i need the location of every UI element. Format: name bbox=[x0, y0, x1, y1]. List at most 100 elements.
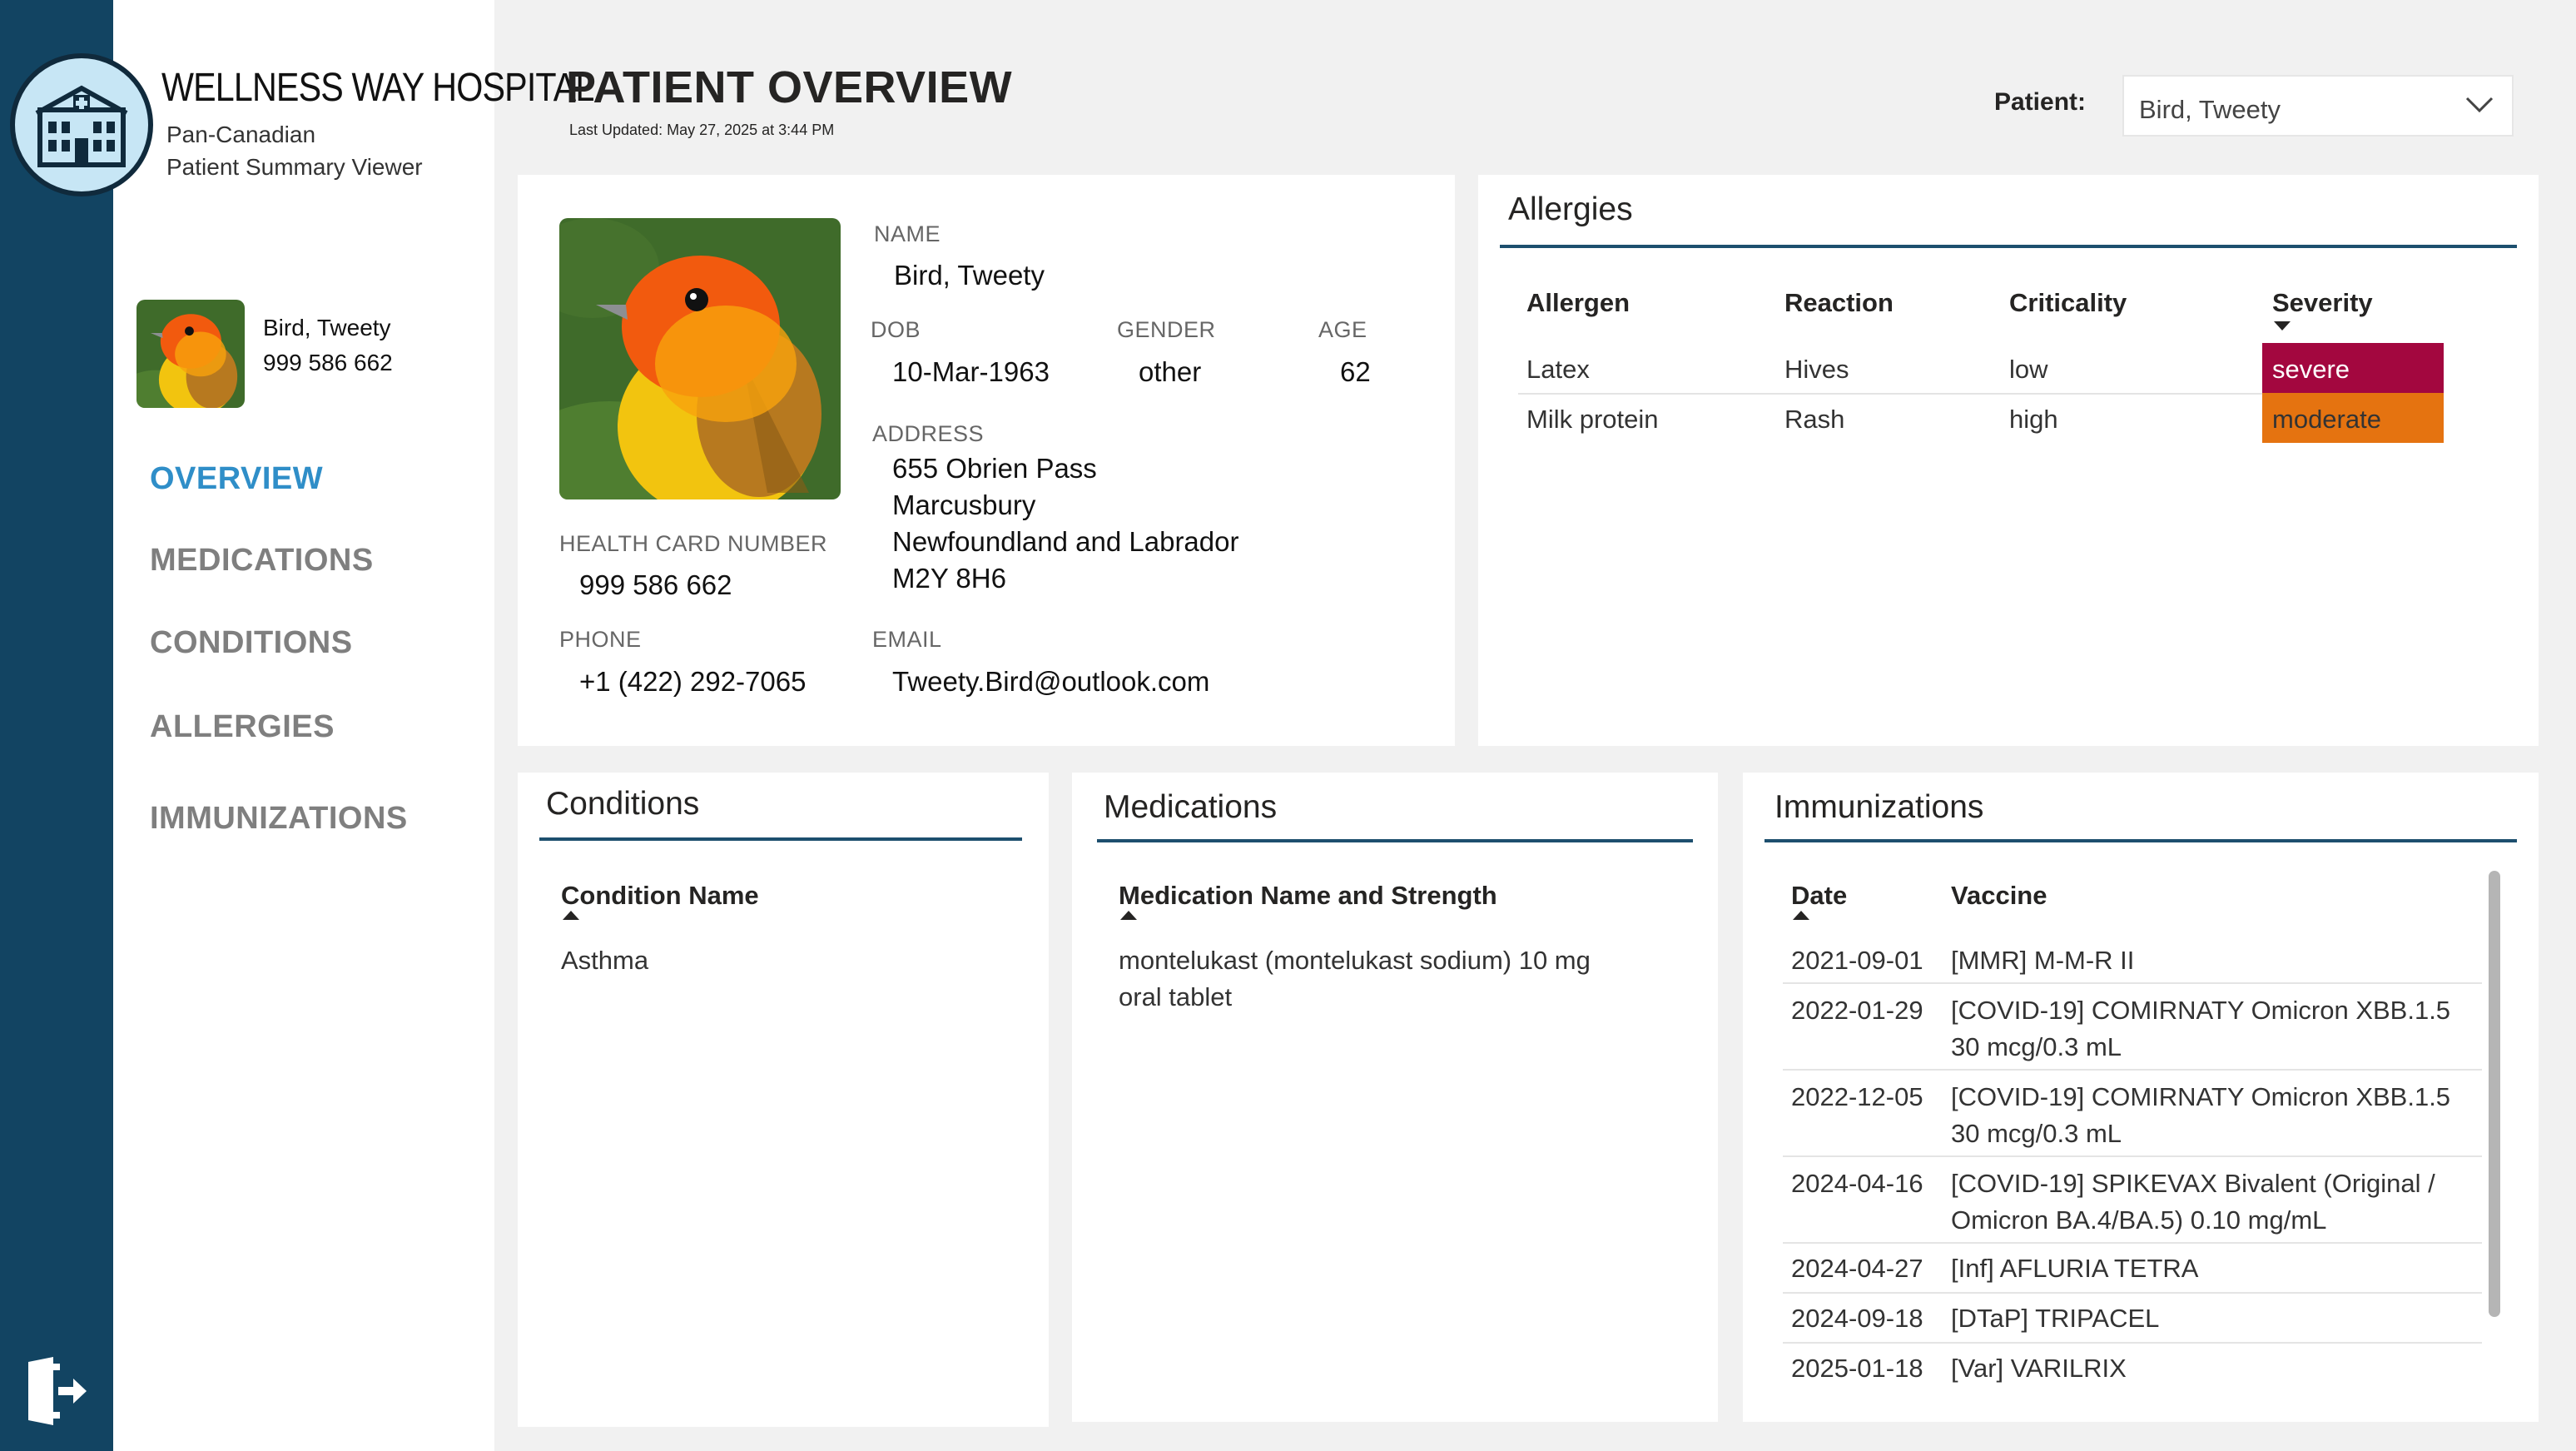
nav-allergies[interactable]: ALLERGIES bbox=[150, 709, 335, 745]
allergy-allergen: Milk protein bbox=[1526, 405, 1659, 434]
patient-selector-value: Bird, Tweety bbox=[2139, 95, 2281, 124]
immunization-date: 2024-09-18 bbox=[1791, 1304, 1923, 1333]
address-line3: Newfoundland and Labrador bbox=[892, 526, 1239, 557]
phone-value: +1 (422) 292-7065 bbox=[579, 666, 807, 697]
dob-value: 10-Mar-1963 bbox=[892, 356, 1050, 387]
row-divider bbox=[1783, 1069, 2482, 1071]
patient-avatar bbox=[136, 300, 245, 408]
gender-value: other bbox=[1139, 356, 1202, 387]
page-title: PATIENT OVERVIEW bbox=[566, 62, 1013, 112]
row-divider bbox=[1783, 1155, 2482, 1157]
sort-ascending-icon[interactable] bbox=[1120, 911, 1137, 920]
immunization-date: 2022-12-05 bbox=[1791, 1082, 1923, 1111]
age-label: AGE bbox=[1318, 317, 1367, 342]
immunization-date: 2025-01-18 bbox=[1791, 1354, 1923, 1383]
immunization-vaccine-line2: 30 mcg/0.3 mL bbox=[1951, 1119, 2122, 1148]
last-updated: Last Updated: May 27, 2025 at 3:44 PM bbox=[569, 122, 835, 138]
immunization-date: 2021-09-01 bbox=[1791, 946, 1923, 975]
health-card-value: 999 586 662 bbox=[579, 569, 732, 600]
medications-header[interactable]: Medication Name and Strength bbox=[1119, 881, 1497, 911]
conditions-title-rule bbox=[539, 837, 1022, 841]
row-divider bbox=[1783, 1342, 2482, 1344]
allergies-card bbox=[1478, 175, 2539, 746]
left-rail bbox=[0, 0, 113, 1451]
conditions-title: Conditions bbox=[546, 786, 700, 822]
conditions-header[interactable]: Condition Name bbox=[561, 881, 759, 911]
app-subtitle-line1: Pan-Canadian bbox=[166, 122, 316, 147]
allergies-header-criticality[interactable]: Criticality bbox=[2009, 288, 2127, 318]
immunization-vaccine-line2: Omicron BA.4/BA.5) 0.10 mg/mL bbox=[1951, 1205, 2327, 1235]
exit-door-icon[interactable] bbox=[25, 1357, 88, 1425]
email-label: EMAIL bbox=[872, 627, 942, 652]
bird-photo-image bbox=[559, 218, 841, 499]
medication-item-line1: montelukast (montelukast sodium) 10 mg bbox=[1119, 946, 1591, 975]
allergy-reaction: Hives bbox=[1784, 355, 1849, 384]
immunizations-title-rule bbox=[1764, 839, 2517, 842]
allergies-header-severity[interactable]: Severity bbox=[2272, 288, 2373, 318]
immunization-vaccine: [COVID-19] SPIKEVAX Bivalent (Original /… bbox=[1951, 1165, 2435, 1239]
health-card-label: HEALTH CARD NUMBER bbox=[559, 531, 828, 556]
row-divider bbox=[1783, 1242, 2482, 1244]
immunizations-header-date[interactable]: Date bbox=[1791, 881, 1847, 911]
allergies-title: Allergies bbox=[1508, 191, 1633, 227]
allergy-reaction: Rash bbox=[1784, 405, 1845, 434]
age-value: 62 bbox=[1340, 356, 1371, 387]
phone-label: PHONE bbox=[559, 627, 642, 652]
bird-avatar-image bbox=[136, 300, 245, 408]
immunization-date: 2024-04-16 bbox=[1791, 1169, 1923, 1198]
gender-label: GENDER bbox=[1117, 317, 1216, 342]
dob-label: DOB bbox=[871, 317, 921, 342]
nav-conditions[interactable]: CONDITIONS bbox=[150, 625, 353, 661]
allergies-title-rule bbox=[1500, 245, 2517, 248]
allergy-severity-badge: severe bbox=[2262, 343, 2444, 393]
address-line2: Marcusbury bbox=[892, 489, 1036, 520]
nav-medications[interactable]: MEDICATIONS bbox=[150, 543, 374, 579]
hospital-name: WELLNESS WAY HOSPITAL bbox=[161, 66, 594, 110]
app-subtitle-line2: Patient Summary Viewer bbox=[166, 154, 423, 180]
allergy-criticality: low bbox=[2009, 355, 2048, 384]
address-label: ADDRESS bbox=[872, 421, 985, 446]
nav-immunizations[interactable]: IMMUNIZATIONS bbox=[150, 801, 408, 837]
patient-photo bbox=[559, 218, 841, 499]
allergy-severity-badge: moderate bbox=[2262, 393, 2444, 443]
allergies-header-allergen[interactable]: Allergen bbox=[1526, 288, 1630, 318]
sort-ascending-icon[interactable] bbox=[1793, 911, 1809, 920]
immunization-vaccine: [DTaP] TRIPACEL bbox=[1951, 1304, 2160, 1333]
sidebar-patient-name: Bird, Tweety bbox=[263, 315, 391, 340]
hospital-logo bbox=[10, 53, 153, 196]
name-label: NAME bbox=[874, 221, 941, 246]
immunization-vaccine: [COVID-19] COMIRNATY Omicron XBB.1.5 30 … bbox=[1951, 992, 2450, 1066]
chevron-down-icon bbox=[2465, 97, 2494, 113]
sort-ascending-icon[interactable] bbox=[563, 911, 579, 920]
patient-selector-label: Patient: bbox=[1994, 88, 2087, 116]
allergy-allergen: Latex bbox=[1526, 355, 1590, 384]
address-line4: M2Y 8H6 bbox=[892, 563, 1006, 594]
immunizations-scrollbar[interactable] bbox=[2489, 871, 2500, 1317]
hospital-building-icon bbox=[35, 85, 128, 167]
immunizations-title: Immunizations bbox=[1774, 789, 1984, 825]
immunizations-header-vaccine[interactable]: Vaccine bbox=[1951, 881, 2047, 911]
allergy-criticality: high bbox=[2009, 405, 2058, 434]
immunization-vaccine-line1: [COVID-19] SPIKEVAX Bivalent (Original / bbox=[1951, 1169, 2435, 1198]
medications-title: Medications bbox=[1104, 789, 1278, 825]
medications-title-rule bbox=[1097, 839, 1693, 842]
allergies-header-reaction[interactable]: Reaction bbox=[1784, 288, 1894, 318]
email-value[interactable]: Tweety.Bird@outlook.com bbox=[892, 666, 1209, 698]
immunization-date: 2024-04-27 bbox=[1791, 1254, 1923, 1283]
immunization-vaccine-line1: [COVID-19] COMIRNATY Omicron XBB.1.5 bbox=[1951, 996, 2451, 1025]
nav-overview[interactable]: OVERVIEW bbox=[150, 461, 323, 497]
sort-descending-icon[interactable] bbox=[2274, 321, 2291, 330]
immunization-vaccine: [Inf] AFLURIA TETRA bbox=[1951, 1254, 2199, 1283]
row-divider bbox=[1783, 1292, 2482, 1294]
sidebar-health-card: 999 586 662 bbox=[263, 350, 393, 375]
conditions-card bbox=[518, 773, 1049, 1427]
immunization-vaccine: [MMR] M-M-R II bbox=[1951, 946, 2135, 975]
patient-name: Bird, Tweety bbox=[894, 260, 1045, 291]
immunization-vaccine: [COVID-19] COMIRNATY Omicron XBB.1.5 30 … bbox=[1951, 1079, 2450, 1152]
immunization-vaccine: [Var] VARILRIX bbox=[1951, 1354, 2127, 1383]
medication-item-line2: oral tablet bbox=[1119, 982, 1233, 1011]
patient-selector[interactable]: Bird, Tweety bbox=[2122, 75, 2514, 137]
row-divider bbox=[1783, 982, 2482, 984]
address-line1: 655 Obrien Pass bbox=[892, 453, 1097, 484]
app-subtitle: Pan-Canadian Patient Summary Viewer bbox=[166, 118, 423, 183]
